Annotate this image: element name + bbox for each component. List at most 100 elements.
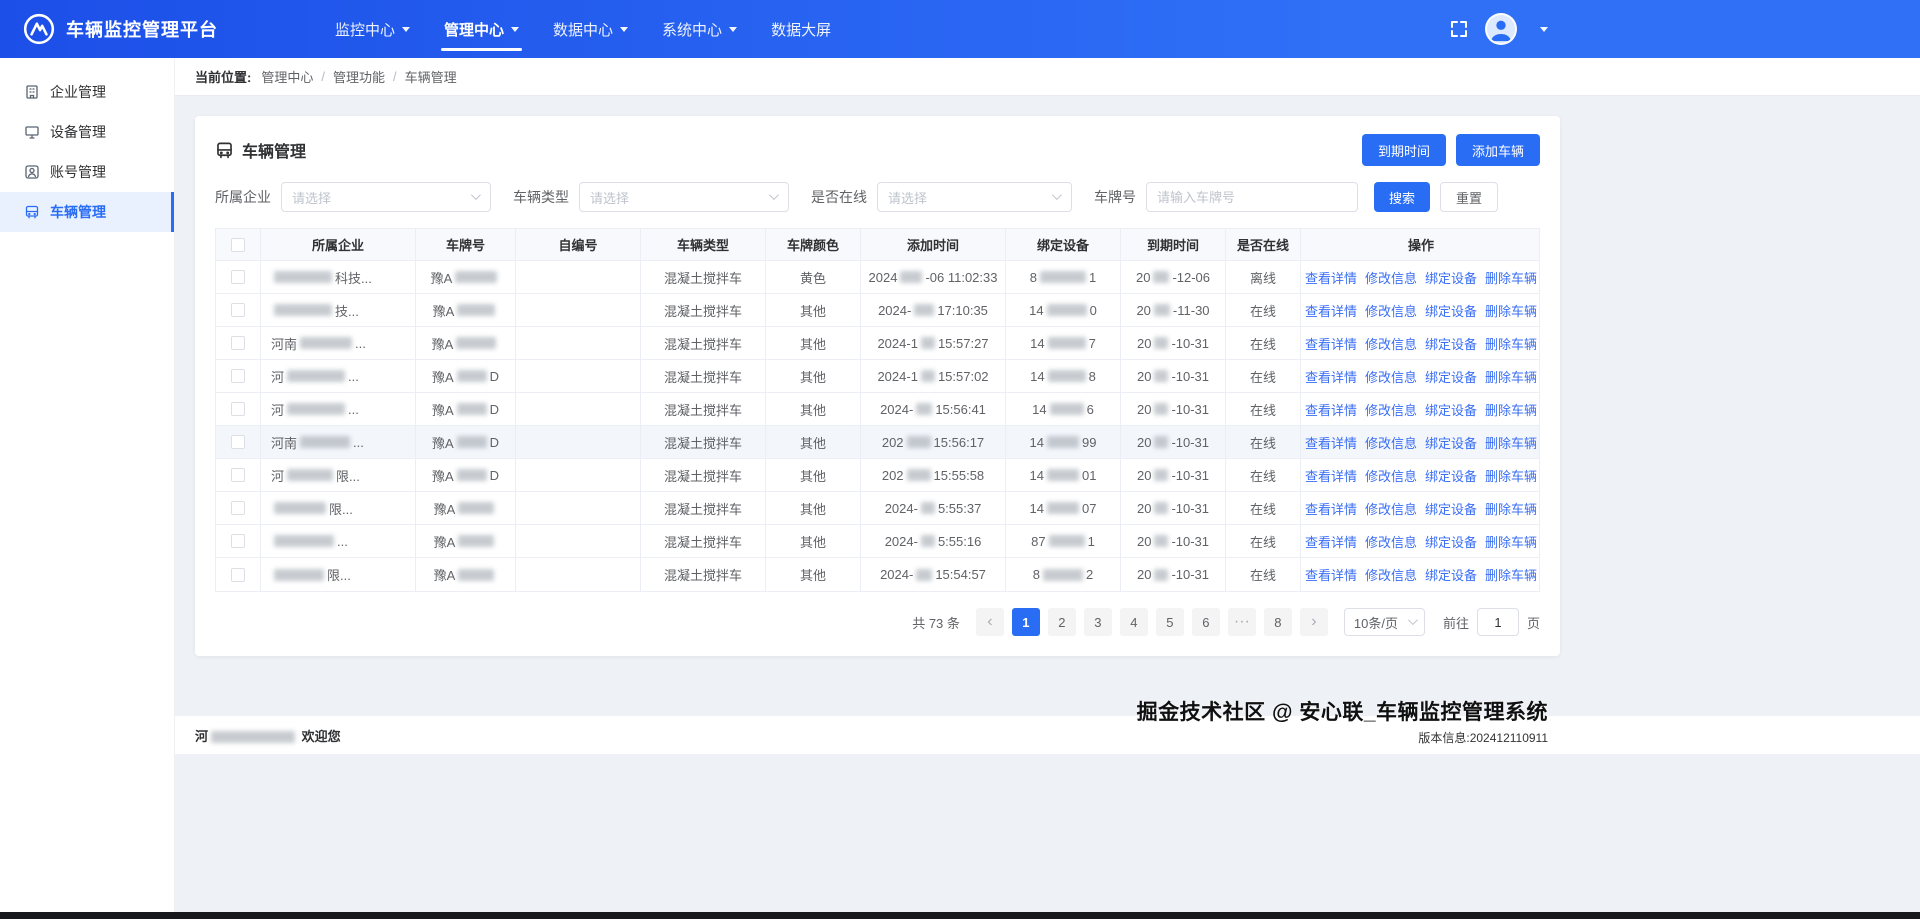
expire-time-button[interactable]: 到期时间 (1361, 134, 1446, 166)
table-header-cell: 操作 (1407, 238, 1434, 253)
bind-device-link[interactable]: 绑定设备 (1425, 334, 1477, 353)
prev-page-button[interactable]: ‹ (975, 608, 1004, 636)
delete-vehicle-link[interactable]: 删除车辆 (1485, 334, 1537, 353)
row-checkbox[interactable] (231, 402, 245, 416)
row-checkbox[interactable] (231, 270, 245, 284)
breadcrumb-item[interactable]: 管理中心 (261, 67, 313, 86)
row-checkbox[interactable] (231, 468, 245, 482)
company-cell: 河南... (261, 327, 416, 359)
plate-cell: 豫A D (416, 393, 516, 425)
edit-info-link[interactable]: 修改信息 (1365, 334, 1417, 353)
view-details-link[interactable]: 查看详情 (1305, 334, 1357, 353)
page-number-button[interactable]: 1 (1011, 608, 1040, 636)
next-page-button[interactable]: › (1299, 608, 1328, 636)
edit-info-link[interactable]: 修改信息 (1365, 367, 1417, 386)
text-fragment: 8 (1029, 269, 1037, 285)
vehicle-type-select[interactable]: 请选择 (579, 182, 789, 212)
delete-vehicle-link[interactable]: 删除车辆 (1485, 499, 1537, 518)
redacted-blur (1154, 469, 1169, 481)
bind-device-link[interactable]: 绑定设备 (1425, 367, 1477, 386)
plate-input[interactable] (1146, 182, 1358, 212)
chevron-down-icon[interactable] (1540, 26, 1548, 32)
view-details-link[interactable]: 查看详情 (1305, 565, 1357, 584)
sidebar-item-车辆管理[interactable]: 车辆管理 (0, 192, 174, 232)
bind-device-link[interactable]: 绑定设备 (1425, 400, 1477, 419)
edit-info-link[interactable]: 修改信息 (1365, 466, 1417, 485)
bind-device-link[interactable]: 绑定设备 (1425, 499, 1477, 518)
edit-info-link[interactable]: 修改信息 (1365, 400, 1417, 419)
page-number-button[interactable]: 2 (1047, 608, 1076, 636)
text-fragment: 14 (1029, 302, 1044, 318)
edit-info-link[interactable]: 修改信息 (1365, 565, 1417, 584)
fullscreen-icon[interactable] (1449, 19, 1469, 39)
breadcrumb-item[interactable]: 车辆管理 (405, 67, 457, 86)
edit-info-link[interactable]: 修改信息 (1365, 433, 1417, 452)
text-fragment: -11-30 (1172, 302, 1210, 318)
select-all-checkbox[interactable] (231, 237, 245, 252)
page-number-button[interactable]: 4 (1119, 608, 1148, 636)
company-select[interactable]: 请选择 (281, 182, 491, 212)
sidebar-item-设备管理[interactable]: 设备管理 (0, 112, 174, 152)
bind-device-link[interactable]: 绑定设备 (1425, 268, 1477, 287)
redacted-blur (1047, 436, 1079, 448)
sidebar-item-企业管理[interactable]: 企业管理 (0, 72, 174, 112)
bind-device-link[interactable]: 绑定设备 (1425, 433, 1477, 452)
enterprise-icon (24, 84, 40, 100)
row-checkbox[interactable] (231, 369, 245, 383)
redacted-blur (1154, 568, 1169, 581)
view-details-link[interactable]: 查看详情 (1305, 466, 1357, 485)
bind-device-link[interactable]: 绑定设备 (1425, 565, 1477, 584)
row-checkbox[interactable] (231, 336, 245, 350)
text-fragment: 20 (1136, 368, 1152, 384)
user-avatar[interactable] (1485, 13, 1517, 45)
row-checkbox[interactable] (231, 501, 245, 515)
page-number-button[interactable]: 5 (1155, 608, 1184, 636)
view-details-link[interactable]: 查看详情 (1305, 301, 1357, 320)
delete-vehicle-link[interactable]: 删除车辆 (1485, 301, 1537, 320)
view-details-link[interactable]: 查看详情 (1305, 367, 1357, 386)
delete-vehicle-link[interactable]: 删除车辆 (1485, 433, 1537, 452)
view-details-link[interactable]: 查看详情 (1305, 268, 1357, 287)
row-checkbox[interactable] (231, 534, 245, 548)
page-number-button[interactable]: 3 (1083, 608, 1112, 636)
bound-device-cell: 81 (1006, 261, 1121, 293)
delete-vehicle-link[interactable]: 删除车辆 (1485, 532, 1537, 551)
page-number-button[interactable]: 6 (1191, 608, 1220, 636)
edit-info-link[interactable]: 修改信息 (1365, 301, 1417, 320)
delete-vehicle-link[interactable]: 删除车辆 (1485, 400, 1537, 419)
delete-vehicle-link[interactable]: 删除车辆 (1485, 268, 1537, 287)
sidebar-item-账号管理[interactable]: 账号管理 (0, 152, 174, 192)
row-checkbox[interactable] (231, 435, 245, 449)
more-pages-icon[interactable]: ··· (1227, 608, 1256, 636)
page-number-button[interactable]: 8 (1263, 608, 1292, 636)
row-checkbox[interactable] (231, 303, 245, 317)
edit-info-link[interactable]: 修改信息 (1365, 499, 1417, 518)
nav-item[interactable]: 监控中心 (318, 0, 427, 58)
delete-vehicle-link[interactable]: 删除车辆 (1485, 466, 1537, 485)
bind-device-link[interactable]: 绑定设备 (1425, 466, 1477, 485)
view-details-link[interactable]: 查看详情 (1305, 433, 1357, 452)
delete-vehicle-link[interactable]: 删除车辆 (1485, 367, 1537, 386)
view-details-link[interactable]: 查看详情 (1305, 532, 1357, 551)
goto-page-input[interactable] (1476, 608, 1519, 636)
bind-device-link[interactable]: 绑定设备 (1425, 301, 1477, 320)
nav-item[interactable]: 数据中心 (536, 0, 645, 58)
plate-cell: 豫A (416, 261, 516, 293)
search-button[interactable]: 搜索 (1374, 182, 1431, 212)
bind-device-link[interactable]: 绑定设备 (1425, 532, 1477, 551)
nav-item[interactable]: 系统中心 (645, 0, 754, 58)
delete-vehicle-link[interactable]: 删除车辆 (1485, 565, 1537, 584)
edit-info-link[interactable]: 修改信息 (1365, 268, 1417, 287)
nav-item[interactable]: 管理中心 (427, 0, 536, 58)
row-checkbox[interactable] (231, 567, 245, 582)
page-size-select[interactable]: 10条/页 (1343, 608, 1425, 636)
edit-info-link[interactable]: 修改信息 (1365, 532, 1417, 551)
view-details-link[interactable]: 查看详情 (1305, 499, 1357, 518)
breadcrumb-item[interactable]: 管理功能 (333, 67, 385, 86)
add-vehicle-button[interactable]: 添加车辆 (1455, 134, 1540, 166)
redacted-blur (456, 436, 487, 448)
view-details-link[interactable]: 查看详情 (1305, 400, 1357, 419)
reset-button[interactable]: 重置 (1440, 182, 1499, 212)
nav-item[interactable]: 数据大屏 (754, 0, 848, 58)
online-select[interactable]: 请选择 (877, 182, 1072, 212)
